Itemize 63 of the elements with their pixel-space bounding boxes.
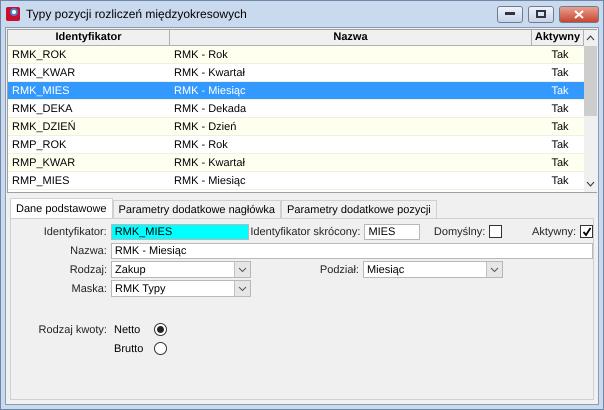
close-icon [574, 10, 584, 18]
table-cell-text: Tak [550, 120, 570, 132]
table-cell-text: RMK - Miesiąc [173, 174, 247, 186]
radio-button[interactable] [154, 342, 167, 355]
table-cell-text: RMK - Dekada [173, 102, 248, 114]
minimize-icon [505, 12, 515, 16]
field-label: Identyfikator skrócony: [249, 226, 362, 238]
tab[interactable]: Parametry dodatkowe pozycji [281, 200, 437, 218]
field-label: Podział: [318, 264, 360, 276]
table-row[interactable]: RMK_ROK RMK - Rok Tak [8, 46, 584, 64]
identifier-field[interactable]: RMK_MIES [110, 224, 249, 240]
field-label: Identyfikator: [42, 226, 108, 238]
type-dropdown[interactable]: Zakup [111, 261, 251, 278]
table-row[interactable]: RMK_DZIEŃ RMK - Dzień Tak [8, 118, 584, 136]
scrollbar[interactable] [584, 30, 597, 192]
name-field[interactable]: RMK - Miesiąc [110, 242, 593, 258]
table-cell-text: Tak [550, 138, 570, 150]
split-dropdown[interactable]: Miesiąc [363, 261, 503, 278]
table-cell-text: RMK - Rok [173, 48, 229, 60]
field-label: Nazwa: [69, 244, 108, 256]
table-cell-text: Tak [550, 84, 570, 96]
table-cell-text: RMP_ROK [11, 138, 68, 150]
table-cell-text: RMK - Kwartał [173, 156, 246, 168]
table-cell-text: Tak [550, 48, 570, 60]
table-cell-text: RMK_KWAR [11, 66, 76, 78]
table-cell-text: RMK - Miesiąc [173, 84, 247, 96]
caret-icon [486, 262, 502, 277]
field-label: Domyślny: [432, 226, 486, 238]
tab[interactable]: Parametry dodatkowe nagłówka [112, 200, 282, 218]
field-label: Rodzaj: [68, 264, 108, 276]
close-button[interactable] [559, 6, 599, 22]
caret-icon [234, 262, 250, 277]
minimize-button[interactable] [497, 6, 523, 22]
checkbox[interactable] [489, 225, 502, 238]
radio-button[interactable] [154, 323, 167, 336]
window-title: Typy pozycji rozliczeń międzyokresowych [26, 7, 248, 21]
field-label: Rodzaj kwoty: [38, 324, 108, 336]
mask-dropdown[interactable]: RMK Typy [111, 280, 251, 297]
short-identifier-field[interactable]: MIES [364, 224, 420, 240]
table-row[interactable]: RMP_KWAR RMK - Kwartał Tak [8, 154, 584, 172]
table-cell-text: Tak [550, 102, 570, 114]
tab[interactable]: Dane podstawowe [10, 198, 113, 218]
table-cell-text: RMK_DZIEŃ [11, 120, 77, 132]
app-icon [5, 6, 21, 22]
table-cell-text: RMK - Kwartał [173, 66, 246, 78]
table-cell-text: RMP_KWAR [11, 156, 76, 168]
maximize-button[interactable] [528, 6, 554, 22]
caret-icon [234, 281, 250, 296]
table-cell-text: RMK_DEKA [11, 102, 74, 114]
field-label: Maska: [70, 282, 108, 294]
table-cell-text: RMK - Dzień [173, 120, 238, 132]
maximize-icon [536, 10, 546, 18]
table-cell-text: RMK_MIES [11, 84, 70, 96]
checkbox[interactable] [580, 225, 593, 238]
table-cell-text: RMK_ROK [11, 48, 68, 60]
radio-label: Netto [113, 324, 142, 336]
table-cell-text: RMK - Rok [173, 138, 229, 150]
radio-label: Brutto [113, 342, 144, 354]
table-cell-text: Tak [550, 174, 570, 186]
table-cell-text: Tak [550, 66, 570, 78]
table-cell-text: RMP_MIES [11, 174, 70, 186]
field-label: Aktywny: [531, 226, 578, 238]
table-cell-text: Tak [550, 156, 570, 168]
